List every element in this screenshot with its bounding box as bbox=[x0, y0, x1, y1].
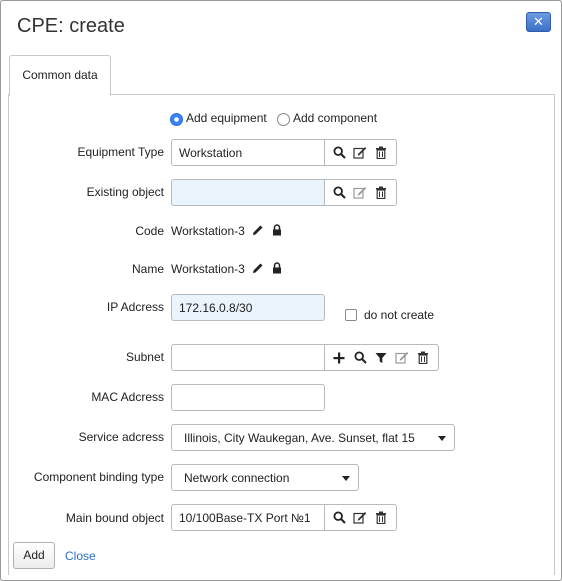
dialog-titlebar: CPE: create ✕ bbox=[1, 1, 561, 53]
search-icon[interactable] bbox=[331, 185, 347, 201]
pencil-icon[interactable] bbox=[252, 262, 264, 277]
service-address-label: Service adcress bbox=[78, 430, 164, 444]
binding-type-select[interactable]: Network connection bbox=[171, 464, 359, 491]
name-label: Name bbox=[131, 262, 164, 276]
search-icon[interactable] bbox=[352, 350, 368, 366]
trash-icon[interactable] bbox=[373, 510, 389, 526]
add-component-label: Add component bbox=[293, 111, 378, 125]
edit-icon bbox=[352, 185, 368, 201]
trash-icon[interactable] bbox=[373, 185, 389, 201]
equipment-type-label: Equipment Type bbox=[77, 145, 164, 159]
main-bound-object-label: Main bound object bbox=[65, 511, 164, 525]
do-not-create-label: do not create bbox=[364, 308, 435, 322]
trash-icon[interactable] bbox=[415, 350, 431, 366]
ip-address-label: IP Adcress bbox=[106, 300, 164, 314]
close-link[interactable]: Close bbox=[65, 549, 96, 563]
edit-icon[interactable] bbox=[352, 510, 368, 526]
common-data-panel bbox=[8, 95, 555, 575]
binding-type-value: Network connection bbox=[184, 471, 290, 485]
binding-type-label: Component binding type bbox=[33, 470, 164, 484]
subnet-actions bbox=[325, 344, 439, 371]
add-component-radio[interactable] bbox=[277, 113, 290, 126]
edit-icon bbox=[394, 350, 410, 366]
pencil-icon[interactable] bbox=[252, 224, 264, 239]
x-close-icon: ✕ bbox=[533, 14, 544, 29]
cpe-create-dialog: CPE: create ✕ Common data Add equipment … bbox=[0, 0, 562, 581]
do-not-create-checkbox[interactable] bbox=[345, 309, 357, 321]
ip-address-field[interactable]: 172.16.0.8/30 bbox=[171, 294, 325, 321]
add-button[interactable]: Add bbox=[13, 542, 55, 569]
main-bound-object-actions bbox=[325, 504, 397, 531]
search-icon[interactable] bbox=[331, 510, 347, 526]
tab-common-data[interactable]: Common data bbox=[9, 55, 111, 96]
subnet-label: Subnet bbox=[125, 350, 164, 364]
plus-icon[interactable] bbox=[331, 350, 347, 366]
lock-icon[interactable] bbox=[272, 262, 282, 277]
existing-object-field[interactable] bbox=[171, 179, 325, 206]
name-value: Workstation-3 bbox=[171, 262, 282, 277]
code-label: Code bbox=[135, 224, 164, 238]
mac-address-field[interactable] bbox=[171, 384, 325, 411]
existing-object-label: Existing object bbox=[86, 185, 164, 199]
dialog-title: CPE: create bbox=[17, 15, 125, 37]
chevron-down-icon bbox=[438, 436, 446, 441]
name-text: Workstation-3 bbox=[171, 262, 245, 276]
mac-address-label: MAC Adcress bbox=[91, 390, 164, 404]
edit-icon[interactable] bbox=[352, 145, 368, 161]
service-address-select[interactable]: Illinois, City Waukegan, Ave. Sunset, fl… bbox=[171, 424, 455, 451]
subnet-field[interactable] bbox=[171, 344, 325, 371]
existing-object-actions bbox=[325, 179, 397, 206]
add-equipment-label: Add equipment bbox=[186, 111, 267, 125]
trash-icon[interactable] bbox=[373, 145, 389, 161]
code-text: Workstation-3 bbox=[171, 224, 245, 238]
equipment-type-field[interactable]: Workstation bbox=[171, 139, 325, 166]
filter-icon[interactable] bbox=[373, 350, 389, 366]
service-address-value: Illinois, City Waukegan, Ave. Sunset, fl… bbox=[184, 431, 415, 445]
equipment-type-actions bbox=[325, 139, 397, 166]
main-bound-object-field[interactable]: 10/100Base-TX Port №1 bbox=[171, 504, 325, 531]
search-icon[interactable] bbox=[331, 145, 347, 161]
lock-icon[interactable] bbox=[272, 224, 282, 239]
code-value: Workstation-3 bbox=[171, 224, 282, 239]
chevron-down-icon bbox=[342, 476, 350, 481]
tab-bar: Common data bbox=[8, 54, 555, 96]
close-dialog-button[interactable]: ✕ bbox=[526, 12, 551, 32]
add-equipment-radio[interactable] bbox=[170, 113, 183, 126]
